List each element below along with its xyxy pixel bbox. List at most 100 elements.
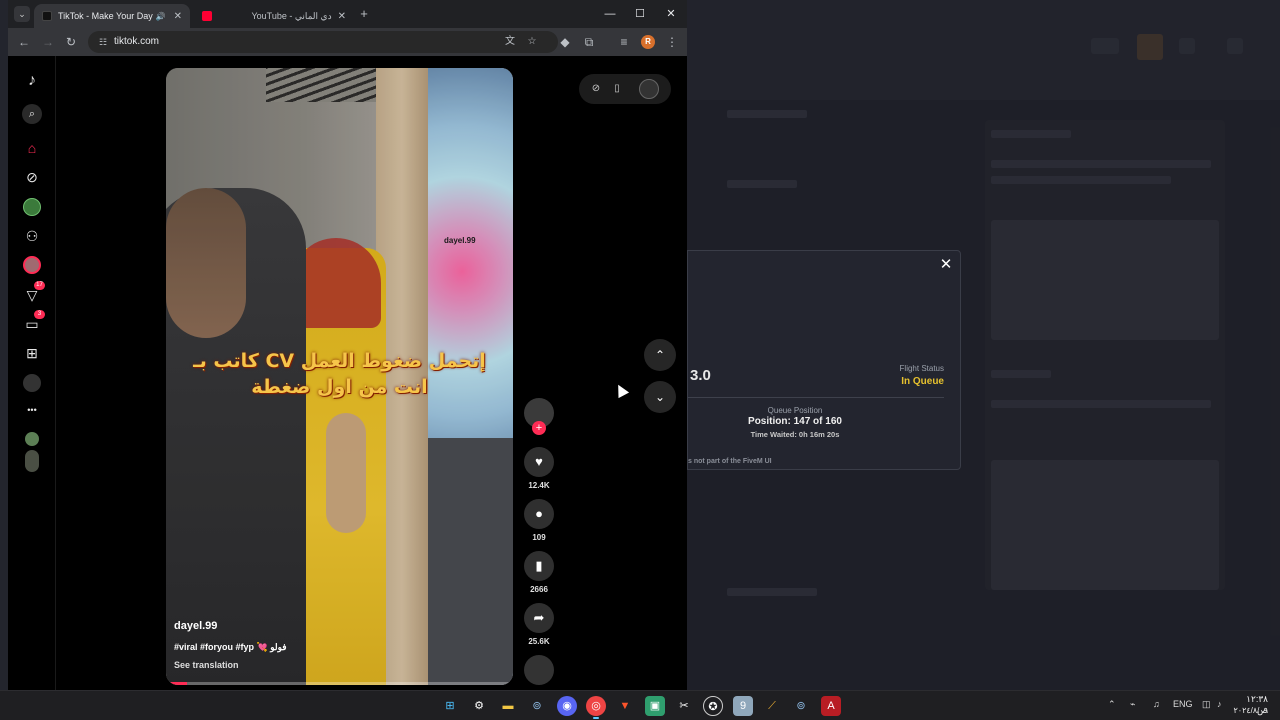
previous-video-button[interactable]: ⌃ [644, 339, 676, 371]
comment-action[interactable]: ● 109 [524, 499, 554, 542]
video-player[interactable]: dayel.99 كاتب بـ CV إتحمل ضغوط العمل انت… [166, 68, 513, 685]
following-avatar[interactable] [23, 198, 41, 216]
tab-tiktok[interactable]: TikTok - Make Your Day 🔊 ✕ [34, 4, 190, 28]
profile-avatar[interactable] [23, 374, 41, 392]
tab-bar: ⌄ TikTok - Make Your Day 🔊 ✕ YouTube - د… [8, 0, 687, 28]
browser-menu-icon[interactable]: ⋮ [664, 34, 680, 50]
clock-date[interactable]: ٢٠٢٤/٨/٠٩ [1230, 706, 1268, 715]
browser-window: ⌄ TikTok - Make Your Day 🔊 ✕ YouTube - د… [8, 0, 687, 690]
desktop: ✕ 3.0 Flight Status In Queue Queue Posit… [0, 0, 1280, 720]
live-avatar[interactable] [23, 256, 41, 274]
chrome-icon[interactable]: ◎ [586, 696, 606, 719]
queue-position: Position: 147 of 160 [748, 416, 842, 427]
video-caption-line2: انت من اول ضغطة [251, 376, 428, 398]
close-window-button[interactable]: ✕ [663, 6, 679, 22]
queue-position-label: Queue Position [767, 406, 823, 415]
steam-icon[interactable]: ⊚ [527, 696, 547, 716]
volume-icon[interactable]: ♪ [1217, 699, 1222, 709]
modal-close-button[interactable]: ✕ [938, 257, 954, 273]
tiktok-sidebar: ♪ ⌕ ⌂ ⊘ ⚇ ▽ 17 ▭ 3 ⊞ ••• [8, 56, 56, 690]
rockstar-icon[interactable]: ✪ [703, 696, 723, 716]
tray-overflow-icon[interactable]: ⌃ [1108, 699, 1116, 710]
tiktok-page: ♪ ⌕ ⌂ ⊘ ⚇ ▽ 17 ▭ 3 ⊞ ••• dayel.99 كاتب ب… [8, 56, 687, 690]
discord-icon[interactable]: ◉ [557, 696, 577, 716]
heart-icon[interactable]: ♥ [524, 447, 554, 477]
upload-icon[interactable]: ⊞ [22, 343, 42, 363]
bookmark-star-icon[interactable]: ☆ [525, 35, 539, 49]
flight-status-value: In Queue [901, 376, 944, 387]
home-icon[interactable]: ⌂ [22, 138, 42, 158]
friends-icon[interactable]: ⚇ [22, 226, 42, 246]
reading-list-icon[interactable]: ≡ [616, 34, 632, 50]
activity-icon[interactable]: ▽ 17 [22, 281, 45, 305]
extensions-puzzle-icon[interactable]: ⧉ [581, 34, 597, 50]
search-icon[interactable]: ⌕ [22, 104, 42, 124]
settings-gear-icon[interactable]: ⚙ [469, 696, 489, 716]
whatsapp-icon[interactable]: ▣ [645, 696, 665, 716]
start-icon[interactable]: ⊞ [440, 696, 460, 716]
capcut-icon[interactable]: ✂ [674, 696, 694, 716]
mic-icon[interactable]: ♫ [1153, 699, 1160, 709]
tiktok-logo-icon[interactable]: ♪ [22, 71, 42, 91]
minimize-button[interactable]: — [602, 6, 618, 22]
explore-compass-icon[interactable]: ⊘ [588, 81, 604, 97]
fivem-icon[interactable]: ⟋ [762, 696, 782, 716]
tab-title: TikTok - Make Your Day [58, 11, 153, 21]
activity-badge: 17 [34, 281, 45, 290]
address-bar[interactable]: ☷ tiktok.com 文 ☆ [88, 31, 558, 53]
modal-disclaimer: s not part of the FiveM UI [688, 458, 772, 465]
video-caption-line1: كاتب بـ CV إتحمل ضغوط العمل [193, 350, 486, 372]
video-username[interactable]: dayel.99 [174, 620, 217, 632]
tab-close-icon[interactable]: ✕ [338, 11, 346, 22]
translate-icon[interactable]: 文 [503, 35, 517, 49]
see-translation-link[interactable]: See translation [174, 660, 239, 670]
tab-close-icon[interactable]: ✕ [174, 11, 182, 22]
like-action[interactable]: ♥ 12.4K [524, 447, 554, 490]
file-explorer-icon[interactable]: ▬ [498, 696, 518, 716]
comment-icon[interactable]: ● [524, 499, 554, 529]
maximize-button[interactable]: ☐ [632, 6, 648, 22]
follow-button[interactable]: + [532, 421, 546, 435]
music-disc[interactable] [524, 655, 554, 685]
device-icon[interactable]: ▯ [609, 81, 625, 97]
save-action[interactable]: ▮ 2666 [524, 551, 554, 594]
explore-icon[interactable]: ⊘ [22, 167, 42, 187]
next-video-button[interactable]: ⌄ [644, 381, 676, 413]
speaker-icon[interactable]: 🔊 [156, 12, 166, 21]
share-icon[interactable]: ➦ [524, 603, 554, 633]
tab-search-button[interactable]: ⌄ [14, 6, 30, 22]
suggested-avatar[interactable] [25, 450, 39, 472]
wifi-icon[interactable]: ◫ [1202, 699, 1211, 710]
profile-thumb-icon[interactable] [639, 79, 659, 99]
messages-icon[interactable]: ▭ 3 [22, 310, 45, 334]
app-icon[interactable]: 9 [733, 696, 753, 716]
top-controls: ⊘ ▯ [579, 74, 671, 104]
reload-button[interactable]: ↻ [63, 34, 79, 50]
profile-avatar[interactable]: R [641, 35, 655, 49]
brave-icon[interactable]: ▼ [615, 696, 635, 716]
share-action[interactable]: ➦ 25.6K [524, 603, 554, 646]
steam-icon-2[interactable]: ⊚ [791, 696, 811, 716]
youtube-favicon-icon [202, 11, 212, 21]
url-text[interactable]: tiktok.com [114, 36, 159, 47]
share-count: 25.6K [528, 637, 550, 646]
messages-badge: 3 [34, 310, 45, 319]
more-icon[interactable]: ••• [22, 400, 42, 420]
extension-icon[interactable]: ◆ [557, 34, 573, 50]
music-disc-icon[interactable] [524, 655, 554, 685]
back-button[interactable]: ← [16, 34, 32, 50]
video-hashtags[interactable]: #viral #foryou #fyp 💘 فولو [174, 642, 287, 653]
language-indicator[interactable]: ENG [1173, 699, 1193, 709]
adobe-icon[interactable]: A [821, 696, 841, 716]
new-tab-button[interactable]: + [356, 6, 372, 22]
tab-youtube[interactable]: YouTube - دي الماني ✕ [194, 4, 354, 28]
site-info-icon[interactable]: ☷ [96, 35, 110, 49]
suggested-avatar[interactable] [25, 432, 39, 446]
bookmark-icon[interactable]: ▮ [524, 551, 554, 581]
tiktok-favicon-icon [42, 11, 52, 21]
mouse-cursor [612, 381, 630, 399]
forward-button[interactable]: → [40, 34, 56, 50]
taskbar: ⊞ ⚙ ▬ ⊚ ◉ ◎ ▼ ▣ ✂ ✪ 9 ⟋ ⊚ A ⌃ ⌁ ♫ ENG ◫ … [0, 690, 1280, 720]
network-icon[interactable]: ⌁ [1130, 699, 1135, 710]
video-progress-bar[interactable] [166, 682, 513, 685]
